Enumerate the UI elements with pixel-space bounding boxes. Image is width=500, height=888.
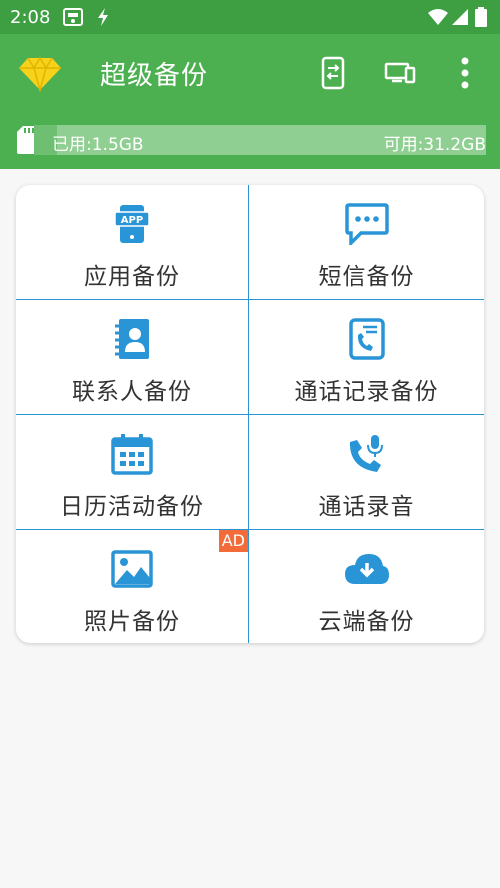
devices-icon[interactable] bbox=[384, 62, 416, 88]
grid-item-label: 云端备份 bbox=[318, 609, 415, 635]
sms-icon bbox=[344, 201, 390, 247]
flash-icon bbox=[96, 7, 110, 31]
call-recording-icon bbox=[344, 431, 390, 477]
diamond-icon[interactable] bbox=[18, 56, 62, 96]
grid-item-label: 联系人备份 bbox=[72, 379, 192, 405]
status-bar: 2:08 bbox=[0, 0, 500, 34]
app-icon: APP bbox=[109, 201, 155, 247]
storage-free-label: 可用:31.2GB bbox=[383, 135, 486, 155]
cloud-download-icon bbox=[344, 546, 390, 592]
grid-item-label: 照片备份 bbox=[84, 609, 180, 635]
app-bar: 超级备份 bbox=[0, 34, 500, 112]
storage-used-label: 已用:1.5GB bbox=[52, 135, 144, 155]
grid-item-sms-backup[interactable]: 短信备份 bbox=[249, 185, 484, 300]
grid-item-app-backup[interactable]: APP 应用备份 bbox=[16, 185, 249, 300]
battery-icon bbox=[475, 7, 487, 31]
calendar-icon bbox=[109, 431, 155, 477]
ad-badge: AD bbox=[218, 530, 248, 552]
grid-item-call-log-backup[interactable]: 通话记录备份 bbox=[249, 300, 484, 415]
phone-transfer-icon[interactable] bbox=[321, 56, 345, 94]
grid-item-cloud-backup[interactable]: 云端备份 bbox=[249, 530, 484, 643]
grid-item-label: 短信备份 bbox=[318, 264, 415, 290]
status-time: 2:08 bbox=[10, 7, 51, 28]
grid-item-label: 日历活动备份 bbox=[60, 494, 204, 520]
svg-text:APP: APP bbox=[121, 215, 143, 226]
contacts-icon bbox=[109, 316, 155, 362]
wifi-icon bbox=[427, 7, 449, 31]
backup-grid: APP 应用备份 短信备份 联系人备份 通话记录备份 日历活动备份 通话录音 照… bbox=[16, 185, 484, 643]
storage-progress: 已用:1.5GB 可用:31.2GB bbox=[34, 125, 486, 155]
sd-card-status-icon bbox=[62, 7, 84, 31]
backup-menu-card: APP 应用备份 短信备份 联系人备份 通话记录备份 日历活动备份 通话录音 照… bbox=[16, 185, 484, 643]
grid-item-label: 通话录音 bbox=[318, 494, 415, 520]
grid-item-label: 通话记录备份 bbox=[294, 379, 439, 405]
grid-item-calendar-backup[interactable]: 日历活动备份 bbox=[16, 415, 249, 530]
grid-item-contacts-backup[interactable]: 联系人备份 bbox=[16, 300, 249, 415]
photo-icon bbox=[109, 546, 155, 592]
more-vert-icon[interactable] bbox=[459, 56, 471, 94]
app-title: 超级备份 bbox=[100, 61, 209, 91]
grid-item-photo-backup[interactable]: 照片备份 AD bbox=[16, 530, 249, 643]
storage-bar: 已用:1.5GB 可用:31.2GB bbox=[0, 112, 500, 169]
call-log-icon bbox=[344, 316, 390, 362]
grid-item-label: 应用备份 bbox=[84, 264, 180, 290]
signal-icon bbox=[451, 7, 469, 31]
grid-item-call-recording[interactable]: 通话录音 bbox=[249, 415, 484, 530]
